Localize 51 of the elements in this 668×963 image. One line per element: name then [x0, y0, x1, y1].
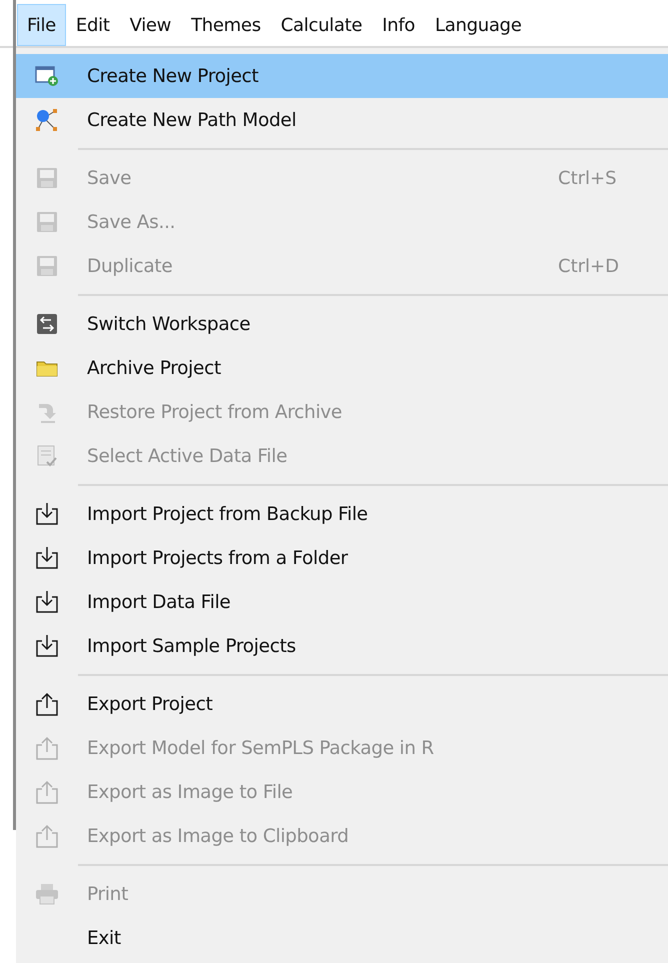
menu-bar-item[interactable]: Edit: [66, 4, 120, 46]
menu-item-label: Export as Image to Clipboard: [86, 826, 350, 846]
export-icon: [35, 780, 59, 804]
import-icon: [35, 546, 59, 570]
menu-item-label: Create New Project: [86, 66, 260, 86]
menu-item-label: Create New Path Model: [86, 110, 298, 130]
menu-bar-item[interactable]: Calculate: [270, 4, 372, 46]
menu-item-label: Save: [86, 168, 132, 188]
menu-item-label: Export Project: [86, 694, 214, 714]
menu-bar-item[interactable]: Themes: [181, 4, 271, 46]
menu-item-label: Switch Workspace: [86, 314, 252, 334]
menu-item[interactable]: Exit: [16, 916, 668, 960]
menu-item[interactable]: Import Project from Backup File: [16, 492, 668, 536]
menu-item-label: Import Project from Backup File: [86, 504, 369, 524]
menu-item[interactable]: Archive Project: [16, 346, 668, 390]
menu-item[interactable]: Create New Project: [16, 54, 668, 98]
export-icon: [35, 692, 59, 716]
new-window-icon: [35, 65, 59, 87]
menu-item-label: Archive Project: [86, 358, 222, 378]
export-icon: [35, 824, 59, 848]
import-icon: [35, 634, 59, 658]
menu-item-label: Duplicate: [86, 256, 174, 276]
menu-item-label: Restore Project from Archive: [86, 402, 344, 422]
swap-arrows-icon: [36, 313, 58, 335]
menu-item-label: Export as Image to File: [86, 782, 294, 802]
menu-item-label: Import Data File: [86, 592, 232, 612]
menu-item[interactable]: Import Projects from a Folder: [16, 536, 668, 580]
menu-bar-item[interactable]: Language: [425, 4, 532, 46]
menu-item-label: Select Active Data File: [86, 446, 288, 466]
menu-bar-item[interactable]: View: [120, 4, 182, 46]
export-icon: [35, 736, 59, 760]
menu-item-label: Import Sample Projects: [86, 636, 297, 656]
menu-bar-item[interactable]: File: [17, 4, 66, 46]
menu-item-label: Save As...: [86, 212, 176, 232]
shortcut-label: Ctrl+D: [558, 256, 620, 276]
node-graph-icon: [34, 108, 60, 132]
menu-item-label: Export Model for SemPLS Package in R: [86, 738, 435, 758]
menu-bar-item[interactable]: Info: [372, 4, 426, 46]
menu-item-label: Exit: [86, 928, 122, 948]
menu-item[interactable]: Import Sample Projects: [16, 624, 668, 668]
import-icon: [35, 590, 59, 614]
document-check-icon: [36, 444, 58, 468]
menu-item[interactable]: Create New Path Model: [16, 98, 668, 142]
menu-item-label: Print: [86, 884, 130, 904]
shortcut-label: Ctrl+S: [558, 168, 618, 188]
import-icon: [35, 502, 59, 526]
menu-item[interactable]: Export Project: [16, 682, 668, 726]
menu-item[interactable]: Import Data File: [16, 580, 668, 624]
menu-item-label: Import Projects from a Folder: [86, 548, 349, 568]
printer-icon: [35, 883, 59, 905]
menu-item[interactable]: Switch Workspace: [16, 302, 668, 346]
